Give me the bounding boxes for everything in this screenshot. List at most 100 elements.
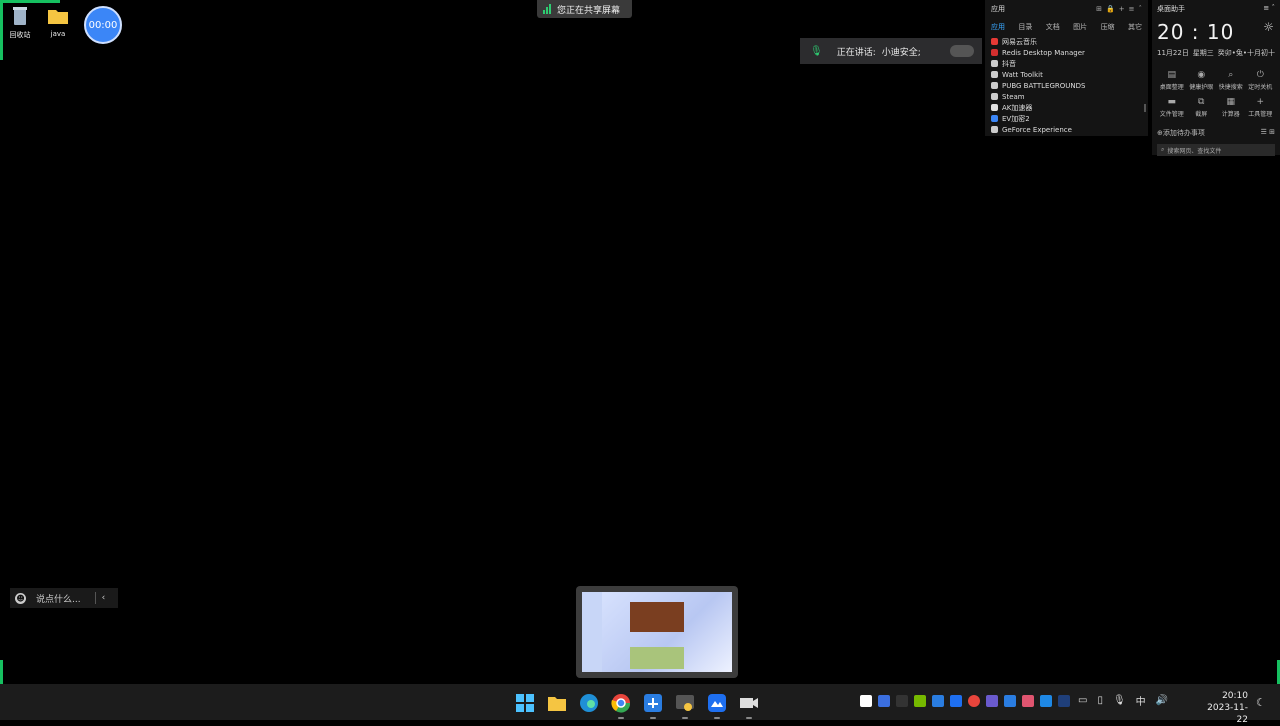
assistant-tool-button[interactable]: ⌕ 快捷搜索: [1216, 70, 1246, 91]
assistant-tool-button[interactable]: ▦ 计算器: [1216, 97, 1246, 118]
assistant-tool-button[interactable]: ◉ 健康护眼: [1187, 70, 1217, 91]
speaking-prefix: 正在讲话:: [836, 47, 876, 58]
app-icon: [991, 104, 998, 111]
app-label: PUBG BATTLEGROUNDS: [1002, 81, 1086, 90]
app-icon: [991, 60, 998, 67]
minimize-icon[interactable]: ˆ: [1139, 5, 1143, 13]
apps-tab[interactable]: 应用: [991, 22, 1005, 32]
tool-label: 桌面整理: [1159, 84, 1184, 91]
apps-panel: 应用 ⊞ 🔒 + ≡ ˆ 应用 目录 文档 图片 压缩 其它 网易云音乐 Redis Des…: [985, 0, 1148, 136]
app-list-item[interactable]: PUBG BATTLEGROUNDS: [991, 80, 1142, 91]
grid-icon[interactable]: ⊞: [1096, 5, 1102, 13]
add-icon[interactable]: +: [1119, 5, 1125, 13]
app-list-item[interactable]: AK加速器: [991, 102, 1142, 113]
assistant-tool-button[interactable]: ▬ 文件管理: [1157, 97, 1187, 118]
tray-app-icon[interactable]: [860, 695, 872, 707]
folder-icon: [47, 6, 69, 26]
chrome-tray-icon[interactable]: [968, 695, 980, 707]
preview-card: [630, 647, 684, 669]
apps-tab[interactable]: 文档: [1046, 22, 1060, 32]
edge-browser-icon[interactable]: [578, 692, 600, 714]
tray-app-icon[interactable]: [1058, 695, 1070, 707]
taskbar-date: 2023-11-22: [1207, 703, 1248, 725]
shield-icon[interactable]: [878, 695, 890, 707]
app-icon: [991, 49, 998, 56]
collapse-chevron-icon[interactable]: ‹: [102, 593, 106, 603]
tool-label: 文件管理: [1159, 111, 1184, 118]
app-label: AK加速器: [1002, 103, 1033, 112]
ime-indicator[interactable]: 中: [1136, 693, 1146, 708]
add-todo-button[interactable]: ⊕添加待办事项: [1157, 128, 1205, 138]
app-list-item[interactable]: 抖音: [991, 58, 1142, 69]
app-label: 网易云音乐: [1002, 37, 1037, 46]
tool-label: 快捷搜索: [1218, 84, 1243, 91]
grid-icon[interactable]: ⊞: [1269, 128, 1275, 136]
menu-icon[interactable]: ≡: [1129, 5, 1135, 13]
timer-value: 00:00: [88, 19, 118, 31]
app-list-item[interactable]: Watt Toolkit: [991, 69, 1142, 80]
chrome-browser-icon[interactable]: [610, 692, 632, 719]
tray-app-icon[interactable]: [1022, 695, 1034, 707]
search-placeholder: 搜索网页、查找文件: [1167, 147, 1222, 155]
microphone-icon[interactable]: 🎙: [1113, 695, 1126, 706]
desktop-icon-label: 回收站: [9, 31, 31, 39]
app-label: Watt Toolkit: [1002, 70, 1043, 79]
assistant-tool-button[interactable]: ⧉ 截屏: [1187, 97, 1217, 118]
divider: [94, 592, 96, 604]
assistant-tool-button[interactable]: ▤ 桌面整理: [1157, 70, 1187, 91]
app-shortcut-icon[interactable]: [642, 692, 664, 719]
share-banner-label: 您正在共享屏幕: [557, 5, 621, 16]
video-app-icon[interactable]: [738, 692, 760, 719]
battery-icon[interactable]: ▯: [1097, 695, 1103, 706]
app-list-item[interactable]: Steam: [991, 91, 1142, 102]
lock-icon[interactable]: 🔒: [1106, 5, 1115, 13]
p-app-icon[interactable]: [1040, 695, 1052, 707]
tray-app-icon[interactable]: [986, 695, 998, 707]
volume-icon[interactable]: 🔊: [1156, 695, 1168, 706]
desktop-icon-java-folder[interactable]: java: [38, 6, 78, 38]
app-icon: [991, 82, 998, 89]
shared-window-preview[interactable]: [576, 586, 738, 678]
scrollbar[interactable]: [1144, 104, 1146, 112]
tray-app-icon[interactable]: [1004, 695, 1016, 707]
desktop-organize-icon: ▤: [1167, 70, 1176, 80]
nvidia-icon[interactable]: [914, 695, 926, 707]
chat-input[interactable]: ☻ 说点什么... ‹: [10, 588, 118, 608]
meeting-tray-icon[interactable]: [950, 695, 962, 707]
app-list-item[interactable]: GeForce Experience: [991, 124, 1142, 135]
apps-tab[interactable]: 其它: [1128, 22, 1142, 32]
app-list-item[interactable]: Redis Desktop Manager: [991, 47, 1142, 58]
apps-tab[interactable]: 压缩: [1101, 22, 1115, 32]
notification-icon[interactable]: ☾: [1256, 696, 1266, 709]
calculator-icon: ▦: [1226, 97, 1235, 107]
emoji-icon[interactable]: ☻: [15, 592, 26, 604]
start-button[interactable]: [514, 692, 536, 714]
tray-app-icon[interactable]: [896, 695, 908, 707]
taskbar-clock[interactable]: 20:10 2023-11-22: [1202, 690, 1248, 726]
apps-tab[interactable]: 目录: [1018, 22, 1032, 32]
share-border-top-left: [0, 0, 60, 3]
app-label: 抖音: [1002, 59, 1016, 68]
list-icon[interactable]: ☰: [1261, 128, 1267, 136]
app-list-item[interactable]: 网易云音乐: [991, 36, 1142, 47]
menu-icon[interactable]: ≡: [1263, 4, 1269, 12]
monitor-icon[interactable]: ▭: [1078, 695, 1087, 706]
meeting-timer[interactable]: 00:00: [84, 6, 122, 44]
running-indicator: [650, 717, 656, 719]
desktop-icon-recycle-bin[interactable]: 回收站: [0, 6, 40, 40]
app-list-item[interactable]: EV加密2: [991, 113, 1142, 124]
minimize-icon[interactable]: ˆ: [1272, 4, 1276, 12]
meeting-app-icon[interactable]: [706, 692, 728, 719]
assistant-tool-button[interactable]: ⏻ 定时关机: [1246, 70, 1276, 91]
apps-tab[interactable]: 图片: [1073, 22, 1087, 32]
assistant-tool-button[interactable]: + 工具管理: [1246, 97, 1276, 118]
app-icon: [991, 38, 998, 45]
assistant-search-input[interactable]: ⌕ 搜索网页、查找文件: [1157, 144, 1275, 156]
screen-share-banner[interactable]: 您正在共享屏幕: [537, 0, 632, 18]
network-app-icon[interactable]: [932, 695, 944, 707]
sun-icon[interactable]: ☼: [1263, 20, 1274, 34]
file-explorer-icon[interactable]: [546, 692, 568, 714]
app-icon: [991, 126, 998, 133]
chat-placeholder: 说点什么...: [36, 594, 81, 605]
python-app-icon[interactable]: [674, 692, 696, 719]
